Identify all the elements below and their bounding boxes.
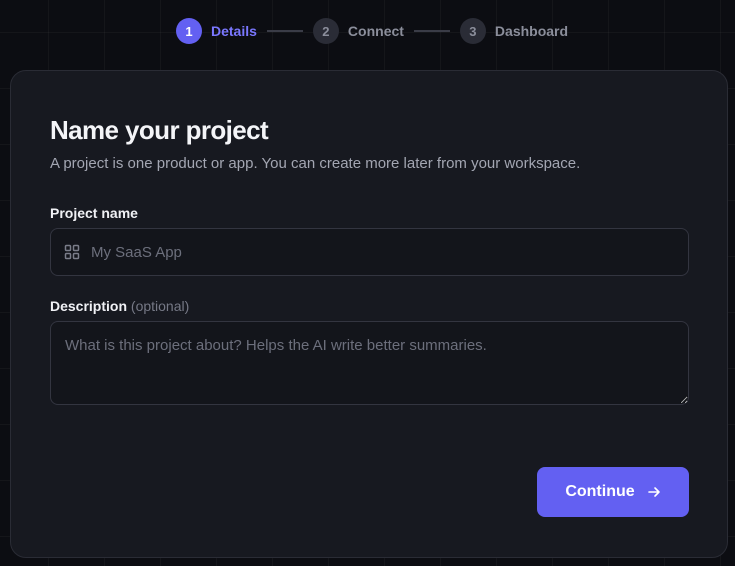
project-name-input[interactable] [91, 229, 688, 275]
grid-icon [64, 244, 80, 260]
step-label: Dashboard [494, 23, 569, 39]
description-textarea[interactable] [50, 321, 689, 405]
page-title: Name your project [50, 115, 269, 145]
step-dashboard[interactable]: 3 Dashboard [459, 18, 569, 44]
step-label: Details [211, 23, 257, 39]
step-connector [413, 30, 450, 32]
project-name-label: Project name [50, 205, 138, 221]
project-name-label-text: Project name [50, 205, 138, 221]
step-connect[interactable]: 2 Connect [312, 18, 404, 44]
step-number: 2 [312, 18, 339, 44]
optional-hint: (optional) [130, 298, 190, 314]
step-number: 3 [459, 18, 486, 44]
step-number: 1 [176, 18, 202, 44]
arrow-right-icon [647, 487, 660, 497]
step-label: Connect [347, 23, 404, 39]
step-connector [266, 30, 303, 32]
project-form-card: Name your project A project is one produ… [10, 70, 728, 558]
project-name-field[interactable] [50, 228, 689, 276]
step-details[interactable]: 1 Details [176, 18, 257, 44]
continue-button[interactable]: Continue [537, 467, 689, 517]
stepper: 1 Details 2 Connect 3 Dashboard [176, 17, 568, 45]
description-label: Description (optional) [50, 298, 189, 314]
page-subtitle: A project is one product or app. You can… [50, 155, 581, 172]
continue-button-label: Continue [565, 483, 635, 500]
description-label-text: Description [50, 298, 128, 314]
